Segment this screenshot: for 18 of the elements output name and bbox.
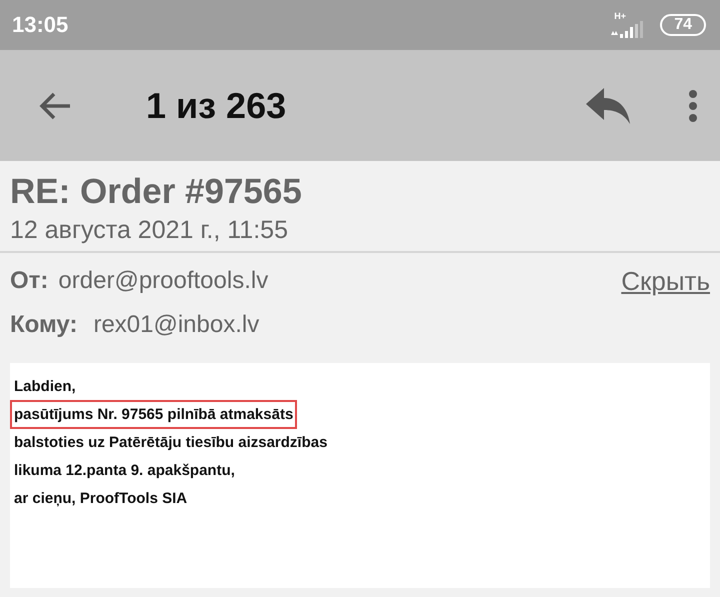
battery-indicator: 74 <box>660 14 706 36</box>
recipient-address: rex01@inbox.lv <box>93 311 260 339</box>
body-text-line: Labdien, <box>13 377 77 397</box>
to-label: Кому: <box>10 311 78 339</box>
email-subject: RE: Order #97565 <box>10 171 303 213</box>
hide-link[interactable]: Скрыть <box>621 266 710 296</box>
network-type: H+ <box>614 12 626 20</box>
more-options-icon[interactable] <box>688 88 698 122</box>
back-icon[interactable] <box>38 90 72 120</box>
body-text-line: balstoties uz Patērētāju tiesību aizsardzības <box>13 433 328 453</box>
reply-icon[interactable] <box>584 86 632 126</box>
clock-time: 13:05 <box>12 12 68 38</box>
email-date: 12 августа 2021 г., 11:55 <box>10 215 289 246</box>
sender-address: order@prooftools.lv <box>58 267 270 295</box>
from-label: От: <box>10 267 48 295</box>
body-text-line: ar cieņu, ProofTools SIA <box>13 489 188 509</box>
message-counter: 1 из 263 <box>146 84 288 126</box>
body-text-line: likuma 12.panta 9. apakšpantu, <box>13 461 236 481</box>
